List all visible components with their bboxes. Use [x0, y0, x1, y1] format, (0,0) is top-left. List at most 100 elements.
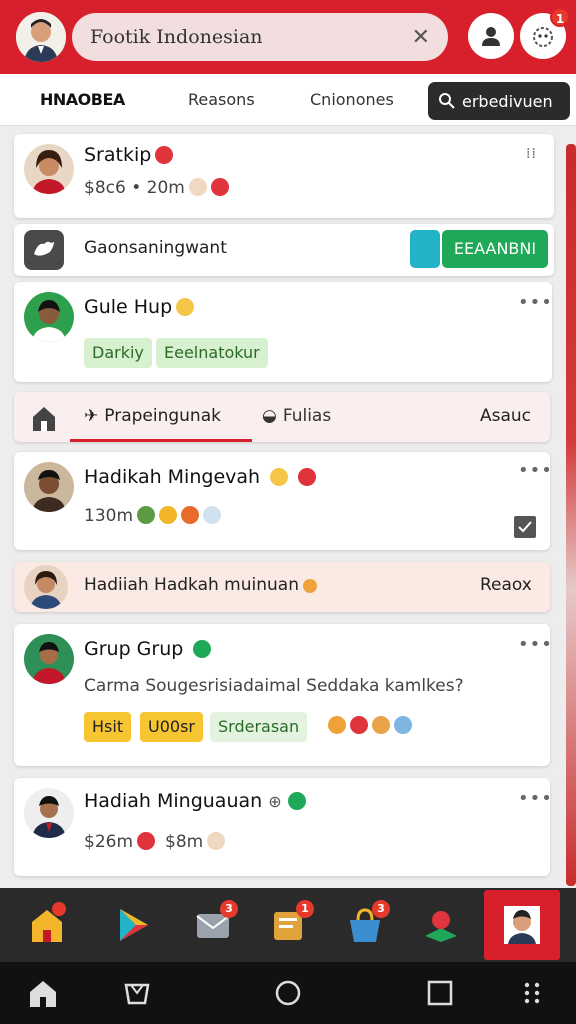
dock-badge	[52, 902, 66, 916]
capsule-icon	[394, 716, 412, 734]
filter-tab-3[interactable]: Asauc	[480, 406, 531, 426]
promo-banner[interactable]: Gaonsaningwant EEAANBNI	[14, 224, 554, 276]
tag-chip[interactable]: Eeelnatokur	[156, 338, 268, 368]
post-author: Sratkip	[84, 144, 174, 166]
badge-icon	[137, 832, 156, 850]
food-icon	[302, 579, 317, 593]
cookie-icon	[207, 832, 226, 850]
system-nav-bar	[0, 962, 576, 1024]
app-dock: 3 1 3	[0, 888, 576, 962]
maps-app-icon[interactable]	[422, 906, 460, 944]
star-icon	[159, 506, 178, 524]
post-text: Carma Sougesrisiadaimal Seddaka kamlkes?	[84, 676, 464, 696]
profile-app-tile[interactable]	[484, 890, 560, 960]
avatar	[24, 292, 74, 342]
post-author: Hadikah Mingevah	[84, 466, 317, 488]
tab-bar: HNAOBEA Reasons Cnionones erbedivuen	[0, 74, 576, 126]
heart-icon	[298, 468, 317, 486]
close-icon[interactable]: ✕	[412, 25, 430, 50]
notes-app-icon[interactable]: 1	[270, 900, 314, 944]
heart-icon	[350, 716, 368, 734]
dock-badge: 3	[220, 900, 238, 918]
post-author: Gule Hup	[84, 296, 195, 318]
tag-chip[interactable]: Darkiy	[84, 338, 152, 368]
avatar	[24, 462, 74, 512]
post-author: Grup Grup	[84, 638, 212, 660]
tag-chip[interactable]: Hsit	[84, 712, 132, 742]
strip-action[interactable]: Reaox	[480, 575, 532, 595]
filter-tab-1[interactable]: ✈ Prapeingunak	[84, 406, 221, 426]
post-author: Hadiah Minguauan ⊕	[84, 790, 306, 812]
search-input-value: Footik Indonesian	[90, 26, 263, 48]
pill-icon	[372, 716, 390, 734]
avatar	[24, 788, 74, 838]
avatar	[24, 144, 74, 194]
post-meta: $8c6 • 20m	[84, 178, 229, 198]
square-nav-icon[interactable]	[425, 978, 455, 1008]
post-meta: $26m $8m	[84, 832, 226, 852]
filter-tab-2[interactable]: ◒ Fulias	[262, 406, 331, 426]
bot-icon	[533, 27, 553, 47]
side-scrollbar[interactable]	[566, 144, 576, 886]
filter-row: ✈ Prapeingunak ◒ Fulias Asauc	[14, 392, 550, 442]
shop-app-icon[interactable]: 3	[346, 900, 390, 944]
online-icon	[193, 640, 212, 658]
emoji-row	[324, 716, 412, 735]
tab-hnaobea[interactable]: HNAOBEA	[40, 90, 125, 109]
post-card-grup[interactable]: Grup Grup ••• Carma Sougesrisiadaimal Se…	[14, 624, 553, 766]
cart-nav-icon[interactable]	[122, 978, 152, 1008]
strip-label: Hadiiah Hadkah muinuan	[84, 575, 317, 595]
online-icon	[287, 792, 306, 810]
more-icon[interactable]: •••	[518, 460, 553, 481]
profile-avatar[interactable]	[16, 12, 66, 62]
search-input[interactable]: Footik Indonesian ✕	[72, 13, 448, 61]
more-icon[interactable]: •••	[518, 634, 553, 655]
user-button[interactable]	[468, 13, 514, 59]
banner-label: Gaonsaningwant	[84, 238, 227, 258]
tag-chip[interactable]: Srderasan	[210, 712, 308, 742]
notification-badge: 1	[550, 7, 570, 27]
post-card-gule-hup[interactable]: Gule Hup ••• Darkiy Eeelnatokur	[14, 282, 552, 382]
bird-icon	[24, 230, 64, 270]
badge-icon	[210, 178, 229, 196]
app-header: Footik Indonesian ✕ 1	[0, 0, 576, 74]
more-icon[interactable]: •••	[518, 292, 553, 313]
circle-nav-icon[interactable]	[273, 978, 303, 1008]
active-tab-indicator	[70, 439, 252, 442]
bowl-icon: ◒	[262, 406, 277, 426]
bowl-icon	[203, 506, 222, 524]
smile-icon	[176, 298, 195, 316]
dock-badge: 1	[296, 900, 314, 918]
tab-search-button[interactable]: erbedivuen	[428, 82, 570, 120]
user-icon	[482, 27, 500, 46]
banner-action-button[interactable]: EEAANBNI	[442, 230, 548, 268]
puzzle-icon[interactable]	[410, 230, 440, 268]
grip-icon[interactable]: ⁞⁞	[526, 146, 537, 162]
fire-icon	[155, 146, 174, 164]
house-app-icon[interactable]	[28, 902, 66, 944]
tag-chip[interactable]: U00sr	[140, 712, 203, 742]
post-card-sratkip[interactable]: Sratkip $8c6 • 20m ⁞⁞	[14, 134, 554, 218]
home-icon[interactable]	[30, 405, 58, 431]
leaf-icon	[137, 506, 156, 524]
plane-icon: ✈	[84, 406, 99, 426]
search-add-icon: ⊕	[268, 792, 282, 811]
post-card-hadiah[interactable]: Hadiah Minguauan ⊕ ••• $26m $8m	[14, 778, 553, 876]
food-icon	[328, 716, 346, 734]
tab-cnionones[interactable]: Cnionones	[310, 90, 394, 109]
notifications-button[interactable]: 1	[520, 7, 570, 59]
check-icon[interactable]	[514, 516, 536, 538]
home-nav-icon[interactable]	[28, 978, 58, 1008]
highlight-strip[interactable]: Hadiiah Hadkah muinuan Reaox	[14, 562, 550, 612]
cookie-icon	[188, 178, 207, 196]
dock-badge: 3	[372, 900, 390, 918]
mail-app-icon[interactable]: 3	[194, 900, 238, 944]
more-icon[interactable]: •••	[518, 788, 553, 809]
tab-search-label: erbedivuen	[462, 91, 553, 111]
search-icon	[439, 93, 455, 109]
post-card-hadikah[interactable]: Hadikah Mingevah 130m •••	[14, 452, 553, 550]
avatar	[24, 565, 68, 609]
tab-reasons[interactable]: Reasons	[188, 90, 255, 109]
apps-grid-icon[interactable]	[518, 978, 548, 1008]
play-store-icon[interactable]	[114, 906, 152, 944]
